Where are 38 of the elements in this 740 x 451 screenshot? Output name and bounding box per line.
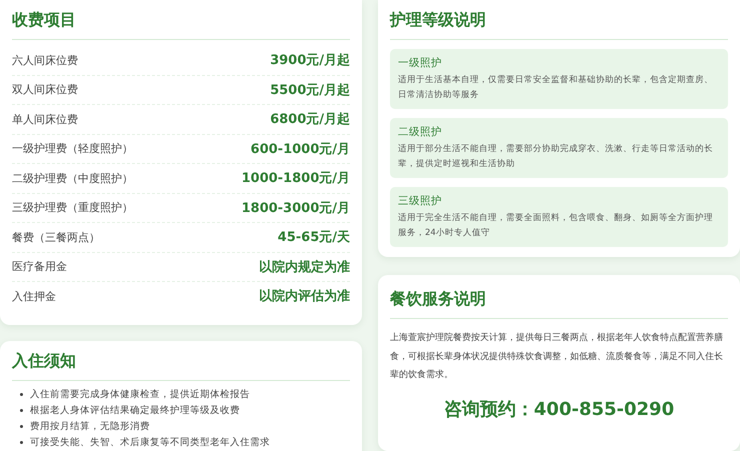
fee-label: 餐费（三餐两点） <box>12 230 100 245</box>
bullet-icon <box>20 441 23 444</box>
care-level-description: 适用于生活基本自理，仅需要日常安全监督和基础协助的长辈，包含定期查房、日常清洁协助等服务 <box>398 74 714 102</box>
dining-description: 上海萱宸护理院餐费按天计算，提供每日三餐两点，根据老年人饮食特点配置营养膳食，可根据长辈身体状况提供特殊饮食调整，如低糖、流质餐食等，满足不同入住长辈的饮食需求。 <box>390 332 724 382</box>
section-title: 入住须知 <box>12 350 350 380</box>
fee-value: 3900元/月起 <box>270 52 350 70</box>
fee-label: 一级护理费（轻度照护） <box>12 141 133 156</box>
fee-label: 三级护理费（重度照护） <box>12 200 133 216</box>
contact-phone: 咨询预约：400-855-0290 <box>442 398 676 420</box>
fee-label: 六人间床位费 <box>12 52 78 68</box>
fee-value: 1800-3000元/月 <box>241 200 350 217</box>
care-level-name: 二级照护 <box>398 125 443 139</box>
bullet-icon <box>20 425 23 428</box>
notice-item: 入住前需要完成身体健康检查，提供近期体检报告 <box>30 388 250 401</box>
fee-value: 1000-1800元/月 <box>241 170 350 188</box>
fee-label: 双人间床位费 <box>12 82 78 98</box>
fee-value: 6800元/月起 <box>270 111 350 128</box>
fee-value: 45-65元/天 <box>278 229 350 246</box>
fee-label: 入住押金 <box>12 288 56 304</box>
section-title: 收费项目 <box>12 10 350 40</box>
section-title: 餐饮服务说明 <box>390 289 728 319</box>
fee-label: 单人间床位费 <box>12 112 78 127</box>
care-level-description: 适用于完全生活不能自理，需要全面照料，包含喂食、翻身、如厕等全方面护理服务，24小时专人值守 <box>398 212 714 240</box>
notice-item: 可接受失能、失智、术后康复等不同类型老年入住需求 <box>30 436 270 449</box>
notice-item: 费用按月结算，无隐形消费 <box>30 420 150 433</box>
fee-value: 5500元/月起 <box>270 82 350 99</box>
fee-value: 600-1000元/月 <box>250 140 350 158</box>
fee-label: 医疗备用金 <box>12 259 67 274</box>
care-level-description: 适用于部分生活不能自理，需要部分协助完成穿衣、洗漱、行走等日常活动的长辈，提供定时巡视和生活协助 <box>398 142 714 171</box>
fee-value: 以院内规定为准 <box>259 258 350 276</box>
care-level-name: 三级照护 <box>398 194 443 208</box>
care-level-name: 一级照护 <box>398 56 443 70</box>
bullet-icon <box>20 409 23 412</box>
fee-value: 以院内评估为准 <box>259 288 350 306</box>
fee-label: 二级护理费（中度照护） <box>12 170 133 186</box>
notice-item: 根据老人身体评估结果确定最终护理等级及收费 <box>30 404 240 417</box>
bullet-icon <box>20 393 23 396</box>
section-title: 护理等级说明 <box>390 10 728 40</box>
